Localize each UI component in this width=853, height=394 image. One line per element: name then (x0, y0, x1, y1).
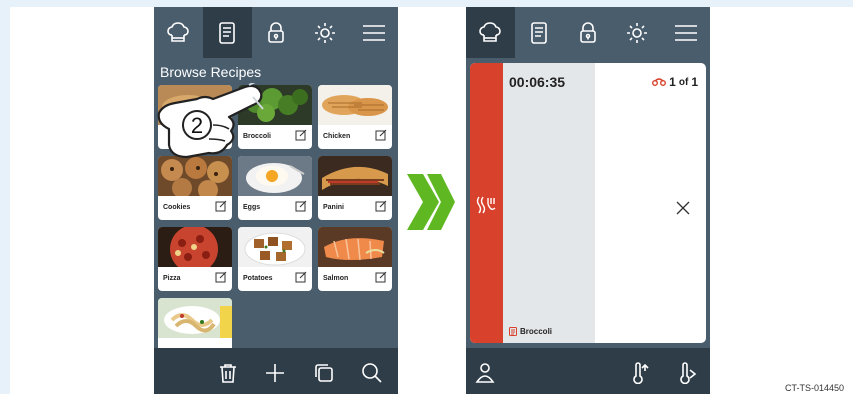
timer-display: 00:06:35 (509, 74, 566, 90)
edit-icon[interactable] (295, 271, 307, 283)
probe-temp-icon[interactable] (676, 362, 698, 384)
recipe-card[interactable]: Eggs (238, 156, 312, 220)
link-icon (652, 78, 667, 86)
step-total: 1 (691, 75, 698, 89)
bottom-toolbar (466, 348, 710, 394)
chef-hat-tab[interactable] (466, 7, 515, 58)
menu-icon (362, 24, 385, 41)
recipe-card[interactable]: Pizza (158, 227, 232, 291)
recipe-photo (318, 227, 392, 267)
recipe-label: Broccoli (509, 327, 552, 336)
edit-icon[interactable] (215, 200, 227, 212)
trash-icon[interactable] (217, 362, 239, 384)
recipe-card[interactable]: Potatoes (238, 227, 312, 291)
recipe-card[interactable]: Panini (318, 156, 392, 220)
step-counter: 1 of 1 (652, 75, 698, 89)
next-arrow-icon (407, 174, 455, 230)
recipe-book-icon (531, 21, 547, 44)
top-nav-bar (466, 7, 710, 58)
recipe-card[interactable]: Cookies (158, 156, 232, 220)
recipe-book-tab[interactable] (515, 7, 564, 58)
copy-icon[interactable] (313, 362, 335, 384)
probe-temp-up-icon[interactable] (629, 362, 651, 384)
recipe-name: Eggs (243, 204, 261, 211)
recipe-photo (318, 156, 392, 196)
step-of: of (678, 76, 689, 88)
step-number: 2 (191, 113, 203, 138)
recipe-book-icon (509, 327, 517, 336)
timer-panel (503, 63, 595, 343)
pointing-hand-icon: 2 (157, 83, 264, 159)
lock-tab[interactable] (564, 7, 613, 58)
recipe-photo (318, 85, 392, 125)
recipe-photo (158, 227, 232, 267)
recipe-name: Pizza (163, 275, 181, 282)
edit-icon[interactable] (375, 129, 387, 141)
timer-card[interactable]: 00:06:35 1 of 1 Broccoli (470, 63, 706, 343)
edit-icon[interactable] (295, 200, 307, 212)
step-current: 1 (669, 75, 676, 89)
close-icon[interactable] (676, 201, 690, 215)
edit-icon[interactable] (295, 129, 307, 141)
top-nav-bar (154, 7, 398, 58)
lock-tab[interactable] (252, 7, 301, 58)
brightness-icon (314, 22, 335, 43)
document-code: CT-TS-014450 (785, 383, 845, 393)
recipe-name: Salmon (323, 275, 349, 282)
recipe-card[interactable]: Salmon (318, 227, 392, 291)
probe-person-icon[interactable] (474, 362, 496, 384)
brightness-icon (626, 22, 647, 43)
recipe-name: Chicken (323, 133, 351, 140)
recipe-book-icon (219, 21, 235, 44)
recipe-name: Cookies (163, 204, 191, 211)
recipe-card[interactable]: Chicken (318, 85, 392, 149)
recipe-name: Potatoes (243, 275, 273, 282)
page-title: Browse Recipes (160, 64, 262, 80)
recipe-name: Broccoli (520, 327, 553, 336)
chef-hat-tab[interactable] (154, 7, 203, 58)
backdrop-left (0, 0, 10, 394)
edit-icon[interactable] (215, 271, 227, 283)
backdrop-top (0, 0, 853, 7)
recipe-book-tab[interactable] (202, 7, 252, 58)
brightness-tab[interactable] (300, 7, 349, 58)
steam-icon (476, 196, 496, 214)
edit-icon[interactable] (375, 200, 387, 212)
chef-hat-icon (167, 21, 190, 42)
search-icon[interactable] (361, 362, 383, 384)
recipe-name: Panini (323, 204, 345, 211)
menu-tab[interactable] (349, 7, 398, 58)
recipe-photo (158, 298, 232, 338)
cooking-timer-screen: 00:06:35 1 of 1 Broccoli (466, 7, 710, 394)
recipe-photo (238, 227, 312, 267)
menu-icon (674, 24, 697, 41)
bottom-toolbar (154, 348, 398, 394)
brightness-tab[interactable] (612, 7, 661, 58)
menu-tab[interactable] (661, 7, 710, 58)
chef-hat-icon (479, 21, 502, 42)
lock-icon (580, 21, 596, 43)
edit-icon[interactable] (375, 271, 387, 283)
browse-recipes-screen: Browse Recipes Broccoli Chicken Cookies … (154, 7, 398, 394)
lock-icon (268, 21, 284, 43)
plus-icon[interactable] (264, 362, 286, 384)
